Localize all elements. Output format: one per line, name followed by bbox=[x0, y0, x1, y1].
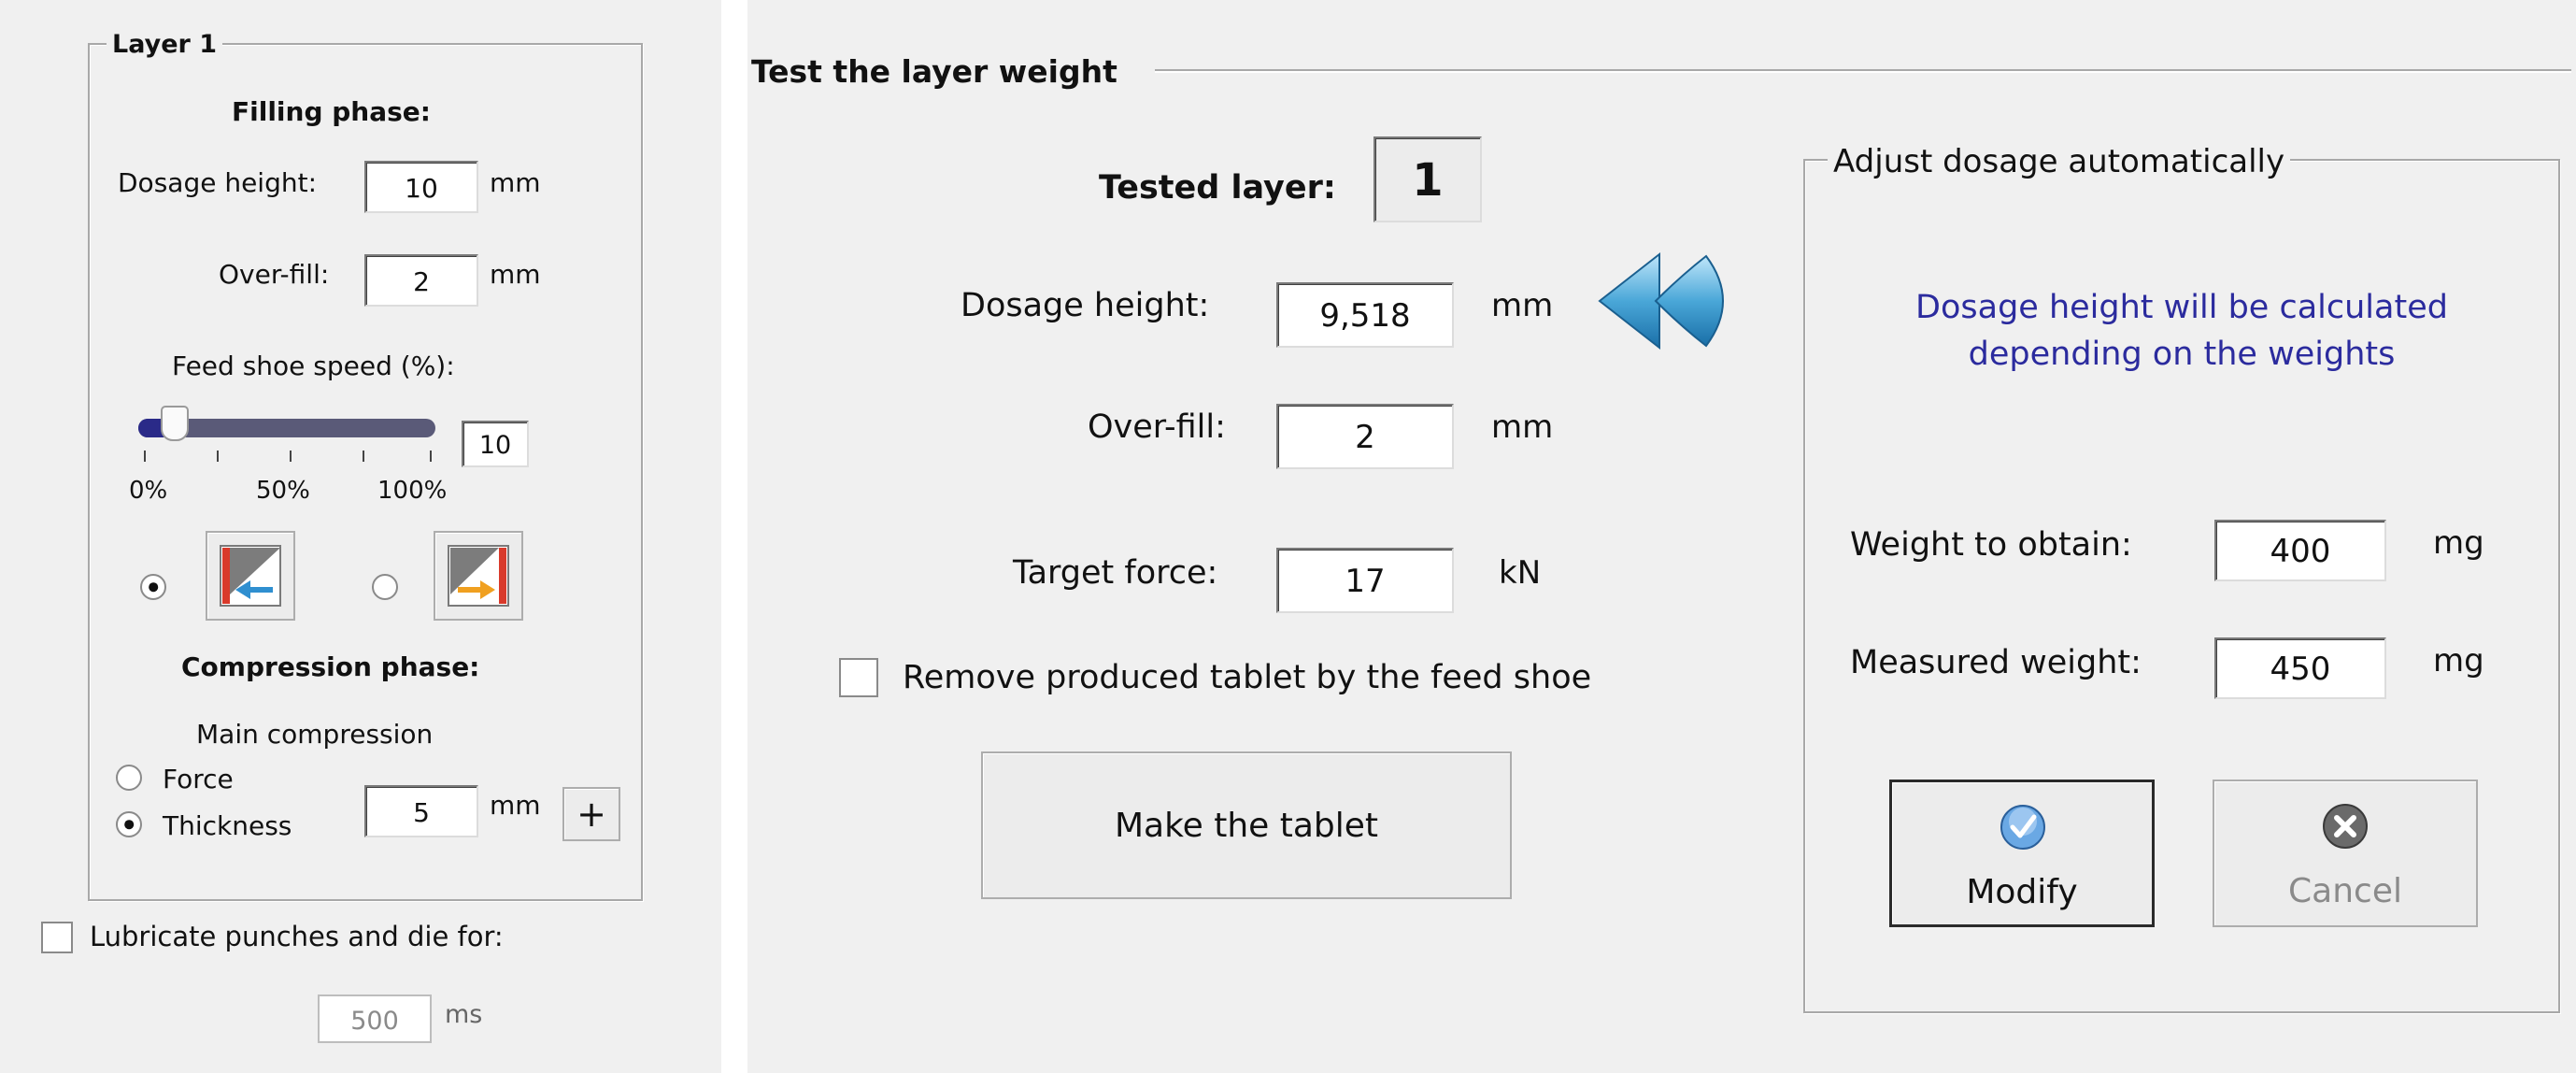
feed-direction-right-radio[interactable] bbox=[372, 574, 398, 600]
weight-to-obtain-label: Weight to obtain: bbox=[1850, 526, 2132, 564]
thickness-input[interactable]: 5 bbox=[364, 785, 478, 837]
adjust-info-line1: Dosage height will be calculated bbox=[1915, 289, 2448, 326]
overfill-input[interactable]: 2 bbox=[364, 254, 478, 307]
overfill-unit: mm bbox=[490, 259, 541, 290]
add-compression-button[interactable]: + bbox=[562, 787, 620, 841]
feed-shoe-right-icon bbox=[448, 545, 509, 607]
target-force-unit: kN bbox=[1499, 554, 1542, 592]
main-compression-label: Main compression bbox=[196, 719, 434, 750]
section-title: Test the layer weight bbox=[751, 53, 1117, 90]
thickness-radio[interactable] bbox=[116, 811, 142, 837]
check-circle-icon bbox=[2000, 805, 2045, 850]
overfill-unit: mm bbox=[1491, 408, 1554, 446]
thickness-unit: mm bbox=[490, 790, 541, 821]
measured-weight-unit: mg bbox=[2433, 642, 2484, 680]
force-radio[interactable] bbox=[116, 765, 142, 791]
remove-tablet-label: Remove produced tablet by the feed shoe bbox=[903, 659, 1592, 696]
lubricate-duration-input[interactable]: 500 bbox=[318, 994, 432, 1043]
overfill-label: Over-fill: bbox=[219, 259, 330, 290]
slider-tick-label-50: 50% bbox=[256, 477, 310, 505]
dosage-height-unit: mm bbox=[1491, 287, 1554, 324]
test-layer-weight-panel: Test the layer weight Tested layer: 1 Do… bbox=[747, 0, 2576, 1073]
feed-direction-left-radio[interactable] bbox=[140, 574, 166, 600]
feed-shoe-speed-input[interactable]: 10 bbox=[462, 421, 529, 467]
lubricate-checkbox[interactable] bbox=[41, 922, 73, 953]
make-tablet-button[interactable]: Make the tablet bbox=[981, 751, 1512, 899]
weight-to-obtain-input[interactable]: 400 bbox=[2214, 520, 2386, 581]
section-separator bbox=[1155, 69, 2571, 73]
rewind-icon[interactable] bbox=[1594, 245, 1743, 357]
slider-tick bbox=[290, 451, 292, 462]
feed-direction-right-button[interactable] bbox=[434, 531, 523, 621]
tested-layer-value: 1 bbox=[1373, 136, 1482, 222]
feed-shoe-left-icon bbox=[220, 545, 281, 607]
feed-shoe-speed-label: Feed shoe speed (%): bbox=[172, 351, 455, 381]
adjust-info-line2: depending on the weights bbox=[1968, 336, 2396, 373]
slider-tick-label-100: 100% bbox=[377, 477, 448, 505]
overfill-label: Over-fill: bbox=[1088, 408, 1226, 446]
layer-group-title: Layer 1 bbox=[107, 32, 223, 57]
lubricate-duration-unit: ms bbox=[445, 1000, 483, 1029]
slider-thumb[interactable] bbox=[161, 406, 189, 441]
slider-tick bbox=[217, 451, 219, 462]
feed-direction-left-button[interactable] bbox=[206, 531, 295, 621]
filling-phase-heading: Filling phase: bbox=[232, 96, 431, 127]
slider-tick bbox=[363, 451, 364, 462]
target-force-label: Target force: bbox=[1013, 554, 1218, 592]
dosage-height-unit: mm bbox=[490, 167, 541, 198]
dosage-height-input[interactable]: 9,518 bbox=[1276, 282, 1454, 348]
slider-tick bbox=[430, 451, 432, 462]
dosage-height-label: Dosage height: bbox=[961, 287, 1210, 324]
force-option-label: Force bbox=[163, 764, 234, 794]
feed-shoe-speed-slider[interactable] bbox=[131, 400, 448, 475]
adjust-group-title: Adjust dosage automatically bbox=[1828, 146, 2291, 178]
lubricate-label: Lubricate punches and die for: bbox=[90, 921, 504, 952]
measured-weight-input[interactable]: 450 bbox=[2214, 637, 2386, 699]
dosage-height-label: Dosage height: bbox=[118, 167, 318, 198]
slider-tick-label-0: 0% bbox=[129, 477, 168, 505]
remove-tablet-checkbox[interactable] bbox=[839, 658, 878, 697]
tested-layer-label: Tested layer: bbox=[1099, 169, 1336, 207]
dosage-height-input[interactable]: 10 bbox=[364, 161, 478, 213]
compression-phase-heading: Compression phase: bbox=[181, 651, 480, 682]
thickness-option-label: Thickness bbox=[163, 810, 292, 841]
weight-to-obtain-unit: mg bbox=[2433, 524, 2484, 562]
target-force-input[interactable]: 17 bbox=[1276, 548, 1454, 613]
cancel-circle-icon bbox=[2323, 804, 2368, 849]
cancel-button[interactable]: Cancel bbox=[2213, 780, 2478, 927]
measured-weight-label: Measured weight: bbox=[1850, 644, 2142, 681]
plus-icon: + bbox=[576, 794, 606, 835]
modify-button[interactable]: Modify bbox=[1889, 780, 2155, 927]
overfill-input[interactable]: 2 bbox=[1276, 404, 1454, 469]
layer-settings-panel: Layer 1 Filling phase: Dosage height: 10… bbox=[0, 0, 721, 1073]
slider-tick bbox=[144, 451, 146, 462]
